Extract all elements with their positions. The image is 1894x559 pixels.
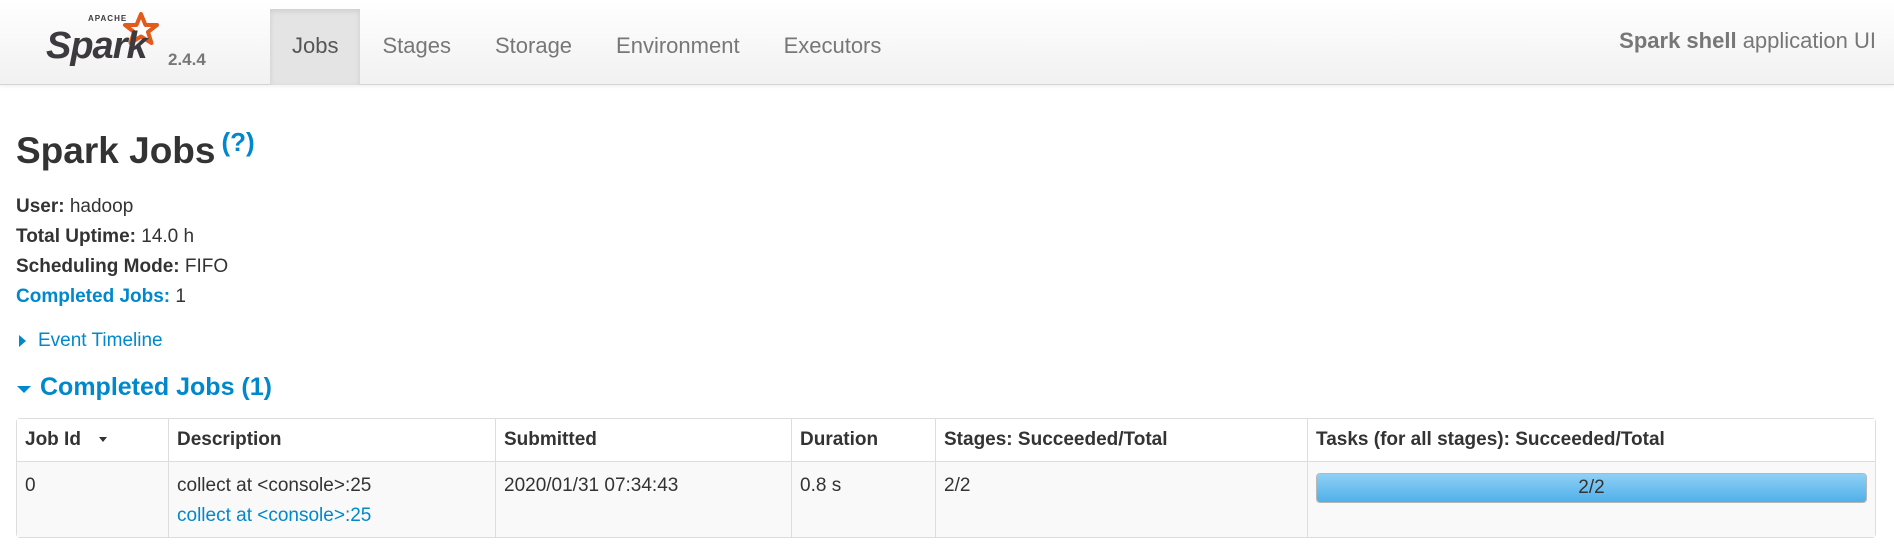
tab-executors[interactable]: Executors: [762, 9, 904, 85]
main-content: Spark Jobs (?) User: hadoop Total Uptime:…: [16, 120, 1878, 538]
cell-submitted: 2020/01/31 07:34:43: [495, 462, 791, 537]
caret-right-icon: [19, 335, 26, 347]
tab-environment[interactable]: Environment: [594, 9, 762, 85]
page-title: Spark Jobs (?): [16, 120, 1878, 171]
column-header-submitted[interactable]: Submitted: [495, 419, 791, 462]
event-timeline-toggle[interactable]: Event Timeline: [16, 328, 1878, 354]
main-nav-tabs: Jobs Stages Storage Environment Executor…: [270, 9, 903, 85]
table-row: 0 collect at <console>:25 collect at <co…: [17, 462, 1875, 537]
spark-version: 2.4.4: [168, 50, 206, 69]
summary-uptime-label: Total Uptime:: [16, 226, 136, 247]
tasks-progress-text: 2/2: [1578, 477, 1605, 498]
completed-jobs-heading: Completed Jobs (1): [40, 373, 272, 401]
column-header-stages[interactable]: Stages: Succeeded/Total: [935, 419, 1307, 462]
cell-duration: 0.8 s: [791, 462, 935, 537]
column-header-job-id[interactable]: Job Id: [17, 419, 168, 462]
description-link[interactable]: collect at <console>:25: [177, 505, 371, 526]
cell-description: collect at <console>:25 collect at <cons…: [168, 462, 495, 537]
cell-tasks: 2/2: [1307, 462, 1875, 537]
page-title-text: Spark Jobs: [16, 130, 216, 171]
cell-stages: 2/2: [935, 462, 1307, 537]
completed-jobs-table: Job Id Description Submitted Duration St…: [16, 418, 1876, 538]
column-header-description[interactable]: Description: [168, 419, 495, 462]
summary-user-value: hadoop: [69, 196, 134, 217]
application-name-bold: Spark shell: [1619, 28, 1737, 53]
summary-user: User: hadoop: [16, 192, 1878, 222]
summary-uptime: Total Uptime: 14.0 h: [16, 222, 1878, 252]
caret-down-icon: [17, 385, 31, 393]
tasks-progress-bar: 2/2: [1316, 473, 1867, 503]
tab-stages[interactable]: Stages: [360, 9, 473, 85]
summary-completed-jobs: Completed Jobs: 1: [16, 282, 1878, 312]
application-name-suffix: application UI: [1742, 28, 1876, 53]
description-text: collect at <console>:25: [177, 475, 372, 496]
spark-logo-icon: Spark APACHE: [46, 12, 159, 67]
application-name: Spark shell application UI: [1619, 28, 1876, 54]
help-link[interactable]: (?): [221, 127, 254, 157]
top-navbar: Spark APACHE 2.4.4 Jobs Stages Storage E…: [0, 0, 1894, 85]
event-timeline-label: Event Timeline: [38, 330, 163, 351]
table-header-row: Job Id Description Submitted Duration St…: [17, 419, 1875, 462]
tab-jobs[interactable]: Jobs: [270, 9, 361, 85]
spark-logo[interactable]: Spark APACHE 2.4.4: [40, 8, 240, 78]
summary-uptime-value: 14.0 h: [141, 226, 195, 247]
completed-jobs-toggle[interactable]: Completed Jobs (1): [16, 370, 1878, 404]
summary-scheduling-value: FIFO: [184, 256, 229, 277]
summary-scheduling-label: Scheduling Mode:: [16, 256, 180, 277]
completed-jobs-link[interactable]: Completed Jobs:: [16, 286, 170, 307]
svg-text:Spark: Spark: [46, 25, 149, 67]
column-header-label: Job Id: [25, 429, 81, 450]
sort-desc-icon: [98, 437, 107, 443]
job-summary: User: hadoop Total Uptime: 14.0 h Schedu…: [16, 192, 1878, 312]
cell-job-id: 0: [17, 462, 168, 537]
tab-storage[interactable]: Storage: [473, 9, 594, 85]
summary-completed-value: 1: [175, 286, 186, 307]
column-header-duration[interactable]: Duration: [791, 419, 935, 462]
help-superscript: (?): [221, 127, 254, 157]
column-header-tasks[interactable]: Tasks (for all stages): Succeeded/Total: [1307, 419, 1875, 462]
summary-scheduling-mode: Scheduling Mode: FIFO: [16, 252, 1878, 282]
apache-label: APACHE: [88, 14, 127, 23]
summary-user-label: User:: [16, 196, 65, 217]
